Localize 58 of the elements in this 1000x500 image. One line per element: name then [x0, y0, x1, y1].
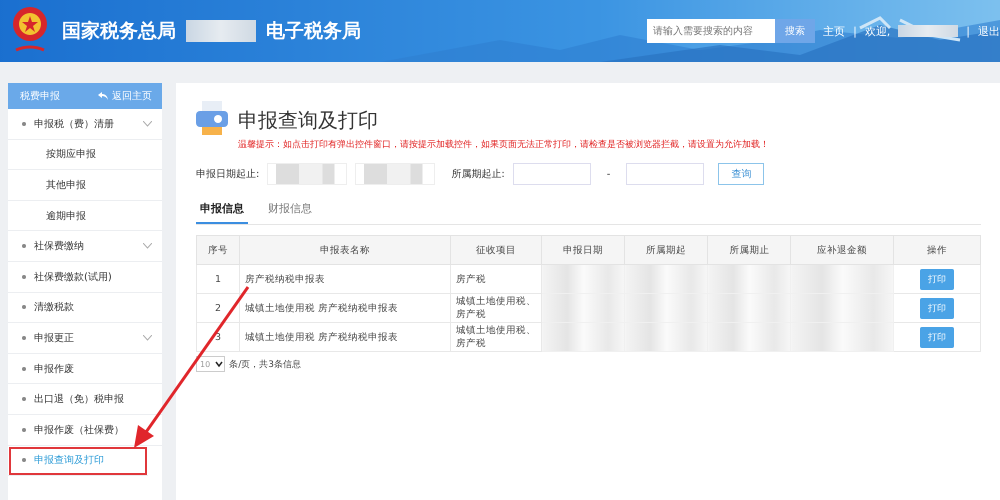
date-field[interactable]	[267, 163, 348, 185]
column-header: 申报日期	[542, 236, 625, 264]
column-header: 操作	[893, 236, 980, 264]
bullet-icon	[22, 428, 26, 432]
bullet-icon	[22, 274, 26, 279]
column-header: 序号	[196, 236, 240, 264]
separator: |	[966, 24, 970, 38]
sidebar-item[interactable]: 申报更正	[8, 323, 162, 354]
bullet-icon	[22, 244, 26, 248]
column-header: 征收项目	[450, 236, 542, 264]
range-separator: -	[606, 168, 610, 180]
chevron-icon	[143, 243, 152, 250]
chevron-icon	[143, 334, 152, 341]
sidebar-title: 税费申报	[20, 90, 60, 103]
separator: |	[853, 24, 857, 38]
notice-text: 温馨提示：如点击打印有弹出控件窗口，请按提示加载控件，如果页面无法正常打印，请检查是否被浏览器拦截，请设置为允许加载！	[238, 138, 769, 151]
site-title: 电子税务局	[266, 19, 361, 44]
return-icon	[98, 92, 108, 100]
page-title: 申报查询及打印	[238, 107, 379, 134]
tab[interactable]: 申报信息	[196, 197, 248, 224]
search-field[interactable]: 请输入需要搜索的内容	[647, 19, 776, 43]
date-field[interactable]	[512, 163, 591, 185]
bullet-icon	[22, 366, 26, 371]
printer-icon	[196, 101, 228, 137]
table-cell: 2	[196, 294, 240, 322]
date-label: 申报日期起止:	[196, 168, 260, 181]
sidebar-item[interactable]: 逾期申报	[8, 200, 162, 232]
column-header: 应补退金额	[790, 236, 894, 264]
redacted-area	[898, 25, 958, 37]
sidebar-item[interactable]: 申报税（费）清册	[8, 109, 162, 140]
table-cell: 房产税纳税申报表	[240, 264, 450, 294]
table-cell: 城镇土地使用税 房产税纳税申报表	[240, 294, 450, 322]
table-cell: 1	[196, 264, 240, 294]
date-field[interactable]	[355, 163, 436, 185]
date-field[interactable]	[626, 163, 704, 185]
bullet-icon	[22, 122, 26, 126]
bullet-icon	[22, 458, 26, 462]
bullet-icon	[22, 305, 26, 310]
bullet-icon	[22, 336, 26, 340]
column-header: 所属期起	[624, 236, 708, 264]
sidebar-item[interactable]: 申报作废	[8, 354, 162, 384]
sidebar-item[interactable]: 其他申报	[8, 170, 162, 201]
sidebar-item[interactable]: 清缴税款	[8, 292, 162, 324]
tab[interactable]: 财报信息	[264, 197, 316, 224]
column-header: 申报表名称	[240, 236, 450, 264]
redacted-area	[186, 20, 256, 42]
sidebar-item[interactable]: 按期应申报	[8, 140, 162, 170]
site-title: 国家税务总局	[62, 19, 176, 44]
pager-summary: 条/页，共3条信息	[229, 358, 301, 370]
bullet-icon	[22, 397, 26, 402]
sidebar-item[interactable]: 社保费缴纳	[8, 231, 162, 262]
welcome-text: 欢迎,	[864, 24, 890, 38]
column-header: 所属期止	[708, 236, 791, 264]
sidebar-item[interactable]: 出口退（免）税申报	[8, 384, 162, 415]
sidebar-item[interactable]: 社保费缴款(试用)	[8, 262, 162, 293]
chevron-icon	[143, 120, 152, 127]
period-label: 所属期起止:	[451, 168, 505, 181]
table-cell: 城镇土地使用税 房产税纳税申报表	[240, 322, 450, 352]
